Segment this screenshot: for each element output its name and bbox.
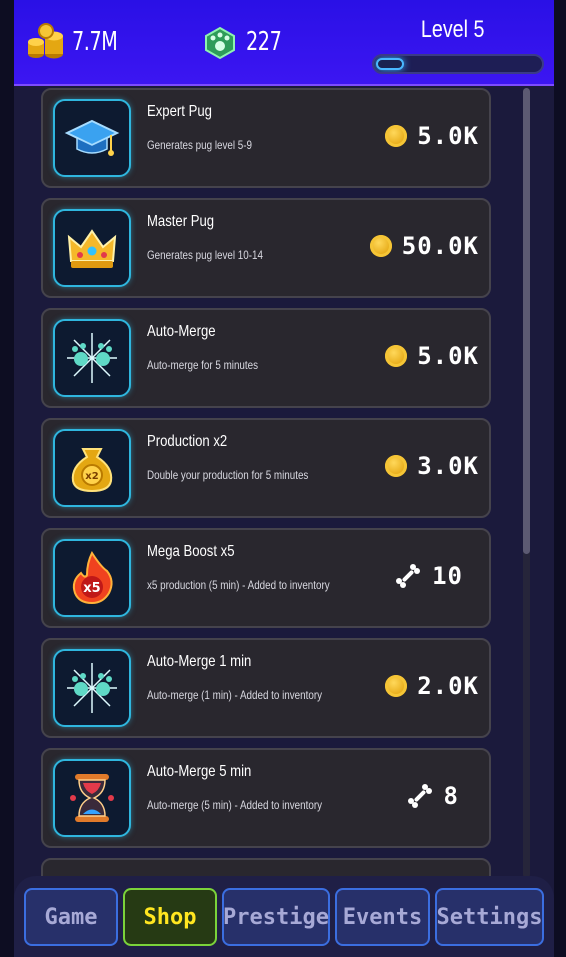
gems-counter: 227 bbox=[200, 22, 289, 62]
crown-icon bbox=[67, 229, 117, 268]
buy-button[interactable]: 2.0K bbox=[385, 672, 479, 700]
item-icon-frame: x2 bbox=[53, 429, 131, 507]
coin-icon bbox=[385, 675, 408, 697]
item-name: Expert Pug bbox=[147, 103, 212, 120]
item-description: Double your production for 5 minutes bbox=[147, 468, 309, 482]
top-bar: 7.7M 227 Level 5 bbox=[14, 0, 554, 86]
coin-icon bbox=[385, 125, 408, 147]
xp-progress-bar bbox=[372, 54, 544, 74]
buy-button[interactable]: 10 bbox=[394, 562, 463, 590]
bone-icon bbox=[396, 564, 421, 588]
xp-progress-fill bbox=[376, 58, 404, 70]
item-description: Auto-merge (1 min) - Added to inventory bbox=[147, 688, 323, 702]
tab-events[interactable]: Events bbox=[335, 888, 430, 946]
coin-icon bbox=[385, 345, 408, 367]
level-label: Level 5 bbox=[420, 16, 484, 43]
shop-item-production-x2[interactable]: x2 Production x2 Double your production … bbox=[41, 418, 491, 518]
item-icon-frame: x5 bbox=[53, 539, 131, 617]
shop-item-master-pug[interactable]: Master Pug Generates pug level 10-14 50.… bbox=[41, 198, 491, 298]
bottom-nav: Game Shop Prestige Events Settings bbox=[14, 876, 554, 957]
buy-button[interactable]: 8 bbox=[406, 782, 459, 810]
item-price: 2.0K bbox=[417, 672, 479, 700]
item-description: Generates pug level 10-14 bbox=[147, 248, 263, 262]
svg-text:x2: x2 bbox=[85, 471, 98, 482]
item-name: Auto-Merge 5 min bbox=[147, 763, 252, 780]
gem-paw-icon bbox=[205, 26, 235, 60]
item-name: Auto-Merge 1 min bbox=[147, 653, 252, 670]
x5-flame-icon: x5 bbox=[72, 550, 113, 605]
item-icon-frame bbox=[53, 649, 131, 727]
coins-value: 7.7M bbox=[72, 27, 118, 57]
item-icon-frame bbox=[53, 209, 131, 287]
tab-prestige[interactable]: Prestige bbox=[222, 888, 330, 946]
item-price: 8 bbox=[443, 782, 459, 810]
tab-game[interactable]: Game bbox=[24, 888, 118, 946]
item-price: 5.0K bbox=[417, 122, 479, 150]
buy-button[interactable]: 5.0K bbox=[385, 342, 479, 370]
item-name: Master Pug bbox=[147, 213, 215, 230]
item-icon-frame bbox=[53, 99, 131, 177]
item-price: 50.0K bbox=[401, 232, 479, 260]
item-name: Auto-Merge bbox=[147, 323, 216, 340]
tab-shop[interactable]: Shop bbox=[123, 888, 217, 946]
item-description: Auto-merge (5 min) - Added to inventory bbox=[147, 798, 323, 812]
tab-settings[interactable]: Settings bbox=[435, 888, 544, 946]
item-name: Mega Boost x5 bbox=[147, 543, 235, 560]
shop-item-auto-merge-1-min[interactable]: Auto-Merge 1 min Auto-merge (1 min) - Ad… bbox=[41, 638, 491, 738]
paw-sparkle-icon bbox=[67, 333, 117, 383]
item-name: Production x2 bbox=[147, 433, 228, 450]
shop-item-expert-pug[interactable]: Expert Pug Generates pug level 5-9 5.0K bbox=[41, 88, 491, 188]
buy-button[interactable]: 50.0K bbox=[369, 232, 479, 260]
hourglass-icon bbox=[70, 774, 114, 822]
buy-button[interactable]: 3.0K bbox=[385, 452, 479, 480]
item-price: 5.0K bbox=[417, 342, 479, 370]
svg-text:x5: x5 bbox=[83, 581, 100, 596]
paw-sparkle-icon bbox=[67, 663, 117, 713]
item-price: 10 bbox=[432, 562, 463, 590]
shop-item-auto-merge[interactable]: Auto-Merge Auto-merge for 5 minutes 5.0K bbox=[41, 308, 491, 408]
item-price: 3.0K bbox=[417, 452, 479, 480]
game-app: 7.7M 227 Level 5 Expert Pug Generates pu… bbox=[14, 0, 554, 957]
scrollbar-track[interactable] bbox=[523, 88, 530, 878]
bone-icon bbox=[407, 784, 432, 808]
scrollbar-thumb[interactable] bbox=[523, 88, 530, 554]
shop-item-auto-merge-5-min[interactable]: Auto-Merge 5 min Auto-merge (5 min) - Ad… bbox=[41, 748, 491, 848]
item-description: Auto-merge for 5 minutes bbox=[147, 358, 259, 372]
item-icon-frame bbox=[53, 319, 131, 397]
item-description: x5 production (5 min) - Added to invento… bbox=[147, 578, 330, 592]
x2-coin-bag-icon: x2 bbox=[71, 448, 113, 493]
buy-button[interactable]: 5.0K bbox=[385, 122, 479, 150]
coin-icon bbox=[369, 235, 392, 257]
graduation-cap-icon bbox=[64, 119, 120, 156]
item-description: Generates pug level 5-9 bbox=[147, 138, 253, 152]
item-icon-frame bbox=[53, 759, 131, 837]
coin-stack-icon bbox=[28, 23, 63, 59]
shop-item-mega-boost-x5[interactable]: x5 Mega Boost x5 x5 production (5 min) -… bbox=[41, 528, 491, 628]
coins-counter: 7.7M bbox=[26, 22, 127, 62]
coin-icon bbox=[385, 455, 408, 477]
gems-value: 227 bbox=[246, 27, 282, 57]
